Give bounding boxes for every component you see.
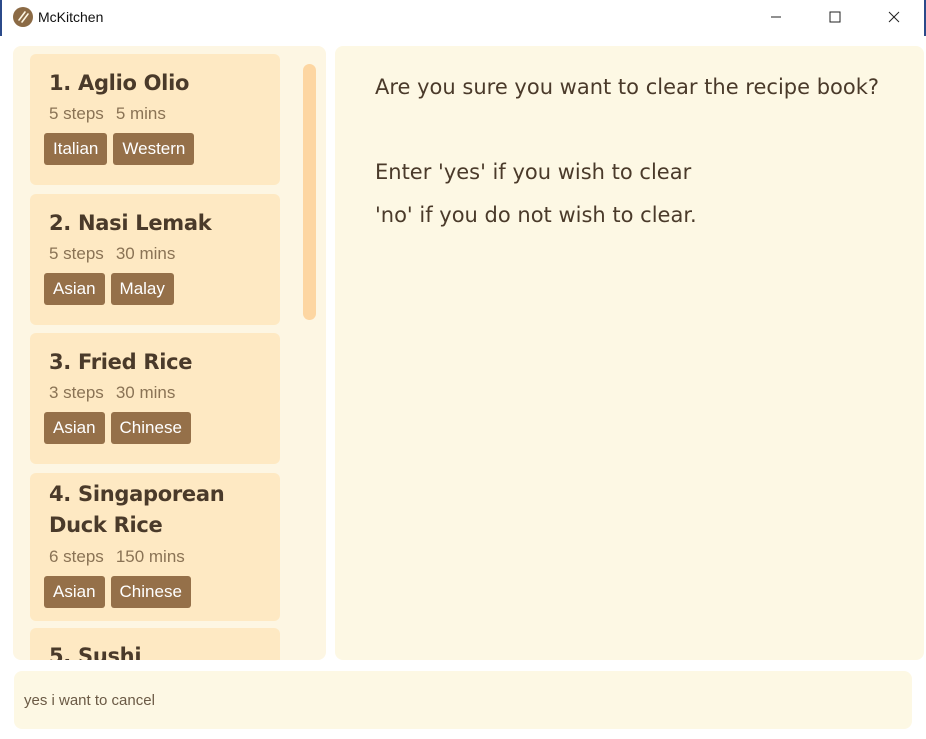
minimize-button[interactable] [753,0,799,34]
recipe-title: 3. Fried Rice [49,350,193,374]
recipe-card[interactable]: 4. Singaporean Duck Rice 6 steps 150 mins… [30,473,280,621]
close-icon [888,11,900,23]
recipe-time: 5 mins [115,104,166,123]
recipe-tag: Asian [44,273,105,305]
recipe-card[interactable]: 1. Aglio Olio 5 steps 5 mins Italian West… [30,54,280,185]
recipe-meta: 5 steps 30 mins [49,244,175,264]
recipe-steps: 5 steps [49,104,104,123]
recipe-time: 150 mins [115,547,185,566]
recipe-card[interactable]: 3. Fried Rice 3 steps 30 mins Asian Chine… [30,333,280,464]
recipe-tags: Asian Malay [44,273,174,305]
recipe-tag: Asian [44,576,105,608]
recipe-tags: Italian Western [44,133,195,165]
recipe-tag: Malay [110,273,174,305]
recipe-meta: 5 steps 5 mins [49,104,166,124]
recipe-tag: Western [113,133,195,165]
title-bar: McKitchen [0,0,926,36]
recipe-tag: Italian [44,133,108,165]
app-title: McKitchen [38,9,104,25]
recipe-list-panel[interactable]: 1. Aglio Olio 5 steps 5 mins Italian West… [13,46,326,660]
main-area: 1. Aglio Olio 5 steps 5 mins Italian West… [2,36,924,737]
recipe-time: 30 mins [115,383,176,402]
minimize-icon [771,16,781,18]
recipe-tags: Asian Chinese [44,412,191,444]
recipe-time: 30 mins [115,244,176,263]
recipe-steps: 5 steps [49,244,104,263]
command-box[interactable] [14,671,912,729]
recipe-meta: 3 steps 30 mins [49,383,175,403]
recipe-steps: 3 steps [49,383,104,402]
close-button[interactable] [871,0,917,34]
recipe-title: 5. Sushi [49,644,142,660]
recipe-card[interactable]: 5. Sushi [30,628,280,660]
recipe-list-scrollbar[interactable] [303,64,316,320]
recipe-tag: Chinese [110,412,191,444]
result-message: Are you sure you want to clear the recip… [375,75,880,227]
recipe-title: 4. Singaporean Duck Rice [49,482,225,537]
maximize-icon [829,11,841,23]
result-display-panel: Are you sure you want to clear the recip… [335,46,924,660]
maximize-button[interactable] [812,0,858,34]
recipe-tag: Chinese [110,576,191,608]
recipe-meta: 6 steps 150 mins [49,547,185,567]
app-logo-icon [13,7,33,27]
recipe-title: 1. Aglio Olio [49,71,190,95]
recipe-tag: Asian [44,412,105,444]
recipe-card[interactable]: 2. Nasi Lemak 5 steps 30 mins Asian Malay [30,194,280,325]
recipe-tags: Asian Chinese [44,576,191,608]
recipe-title: 2. Nasi Lemak [49,211,212,235]
command-input[interactable] [14,671,912,729]
recipe-steps: 6 steps [49,547,104,566]
